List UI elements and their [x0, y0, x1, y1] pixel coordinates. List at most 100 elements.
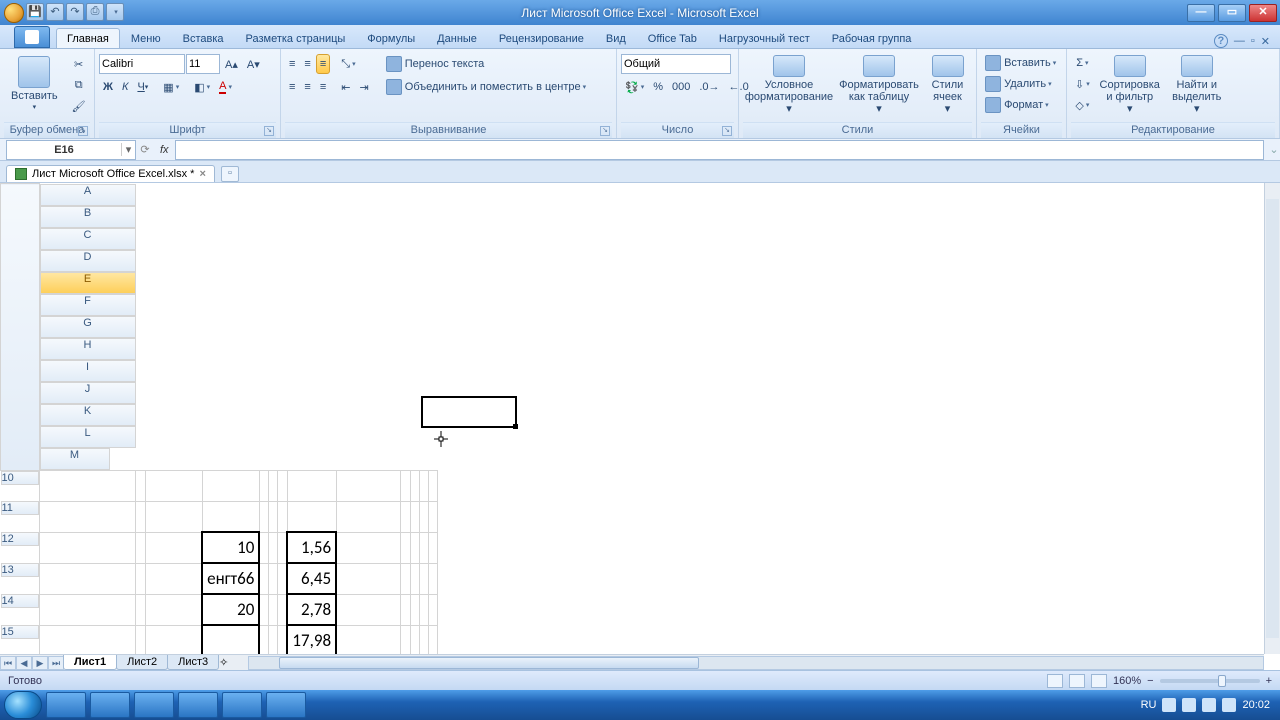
column-header[interactable]: B	[40, 206, 136, 228]
cell-E12[interactable]	[259, 532, 269, 563]
sheet-nav-last[interactable]: ⏭	[48, 656, 64, 670]
cell-B13[interactable]	[136, 563, 146, 594]
horizontal-scrollbar[interactable]	[248, 656, 1264, 670]
cell-A14[interactable]	[39, 594, 136, 625]
new-workbook-tab[interactable]: ▫	[221, 166, 239, 182]
orientation-button[interactable]: ⤡	[337, 54, 359, 74]
column-header[interactable]: A	[40, 184, 136, 206]
close-button[interactable]: ✕	[1249, 4, 1277, 22]
ribbon-tab-5[interactable]: Данные	[426, 28, 488, 48]
find-select-button[interactable]: Найти и выделить▾	[1166, 51, 1228, 119]
office-button[interactable]	[4, 3, 24, 23]
cell-E10[interactable]	[259, 470, 269, 501]
cell-G10[interactable]	[278, 470, 288, 501]
vertical-scrollbar[interactable]	[1264, 183, 1280, 654]
cell-D15[interactable]	[202, 625, 259, 654]
qa-customize[interactable]	[106, 3, 124, 21]
taskbar-item[interactable]	[90, 692, 130, 718]
increase-font-button[interactable]: A▴	[221, 54, 242, 74]
cell-G12[interactable]	[278, 532, 288, 563]
cell-B15[interactable]	[136, 625, 146, 654]
percent-format[interactable]: %	[649, 77, 667, 97]
column-header[interactable]: M	[40, 448, 110, 470]
ribbon-tab-1[interactable]: Меню	[120, 28, 172, 48]
expand-formula-bar[interactable]: ⌄	[1268, 143, 1280, 156]
zoom-level[interactable]: 160%	[1113, 675, 1141, 687]
align-top[interactable]: ≡	[285, 54, 299, 74]
bold-button[interactable]: Ж	[99, 77, 117, 97]
align-center[interactable]: ≡	[300, 77, 314, 97]
cell-A13[interactable]	[39, 563, 136, 594]
cell-C11[interactable]	[145, 501, 202, 532]
ribbon-tab-10[interactable]: Рабочая группа	[821, 28, 923, 48]
autosum-button[interactable]: Σ	[1071, 53, 1094, 73]
cell-G14[interactable]	[278, 594, 288, 625]
file-menu[interactable]	[14, 26, 50, 48]
cell-M12[interactable]	[428, 532, 437, 563]
row-header[interactable]: 10	[1, 471, 39, 485]
cell-C13[interactable]	[145, 563, 202, 594]
ribbon-tab-8[interactable]: Office Tab	[637, 28, 708, 48]
view-page-break[interactable]	[1091, 674, 1107, 688]
align-left[interactable]: ≡	[285, 77, 299, 97]
cell-B11[interactable]	[136, 501, 146, 532]
column-header[interactable]: F	[40, 294, 136, 316]
cell-K10[interactable]	[410, 470, 419, 501]
cell-K14[interactable]	[410, 594, 419, 625]
sheet-nav-first[interactable]: ⏮	[0, 656, 16, 670]
language-indicator[interactable]: RU	[1141, 699, 1157, 711]
borders-button[interactable]: ▦	[159, 77, 183, 97]
column-header[interactable]: D	[40, 250, 136, 272]
underline-button[interactable]: Ч▾	[133, 77, 152, 97]
number-format-combo[interactable]	[621, 54, 731, 74]
row-header[interactable]: 14	[1, 594, 39, 608]
cell-B12[interactable]	[136, 532, 146, 563]
cell-J14[interactable]	[401, 594, 411, 625]
column-header[interactable]: G	[40, 316, 136, 338]
tray-icon[interactable]	[1162, 698, 1176, 712]
cell-C14[interactable]	[145, 594, 202, 625]
cell-I10[interactable]	[336, 470, 401, 501]
view-normal[interactable]	[1047, 674, 1063, 688]
cell-K15[interactable]	[410, 625, 419, 654]
cell-M11[interactable]	[428, 501, 437, 532]
italic-button[interactable]: К	[118, 77, 132, 97]
sort-filter-button[interactable]: Сортировка и фильтр▾	[1097, 51, 1163, 119]
delete-cells-button[interactable]: Удалить	[981, 74, 1056, 94]
cell-H12[interactable]: 1,56	[287, 532, 336, 563]
cell-G11[interactable]	[278, 501, 288, 532]
column-header[interactable]: I	[40, 360, 136, 382]
increase-indent[interactable]: ⇥	[355, 77, 372, 97]
font-size-combo[interactable]	[186, 54, 220, 74]
taskbar-item[interactable]	[178, 692, 218, 718]
sheet-tab[interactable]: Лист3	[167, 655, 219, 670]
format-as-table-button[interactable]: Форматировать как таблицу▾	[838, 51, 920, 119]
select-all-corner[interactable]	[1, 184, 40, 471]
cell-F15[interactable]	[269, 625, 278, 654]
cell-M14[interactable]	[428, 594, 437, 625]
sheet-tab[interactable]: Лист1	[63, 655, 117, 670]
conditional-formatting-button[interactable]: Условное форматирование▾	[743, 51, 835, 119]
fill-button[interactable]: ⇩	[1071, 74, 1094, 94]
start-button[interactable]	[4, 691, 42, 719]
workbook-tab[interactable]: Лист Microsoft Office Excel.xlsx * ×	[6, 165, 215, 182]
fx-button[interactable]: fx	[160, 144, 169, 156]
cell-J12[interactable]	[401, 532, 411, 563]
clear-button[interactable]: ◇	[1071, 95, 1094, 115]
clock[interactable]: 20:02	[1242, 699, 1270, 711]
taskbar-item[interactable]	[266, 692, 306, 718]
font-color-button[interactable]: A	[215, 77, 236, 97]
cell-A11[interactable]	[39, 501, 136, 532]
zoom-slider[interactable]	[1160, 679, 1260, 683]
comma-format[interactable]: 000	[668, 77, 694, 97]
fill-color-button[interactable]: ◧	[190, 77, 214, 97]
close-tab-icon[interactable]: ×	[199, 168, 205, 180]
cell-J11[interactable]	[401, 501, 411, 532]
ribbon-tab-0[interactable]: Главная	[56, 28, 120, 48]
cell-M15[interactable]	[428, 625, 437, 654]
decrease-font-button[interactable]: A▾	[243, 54, 264, 74]
cell-B14[interactable]	[136, 594, 146, 625]
cell-D11[interactable]	[202, 501, 259, 532]
cell-I12[interactable]	[336, 532, 401, 563]
cell-D14[interactable]: 20	[202, 594, 259, 625]
